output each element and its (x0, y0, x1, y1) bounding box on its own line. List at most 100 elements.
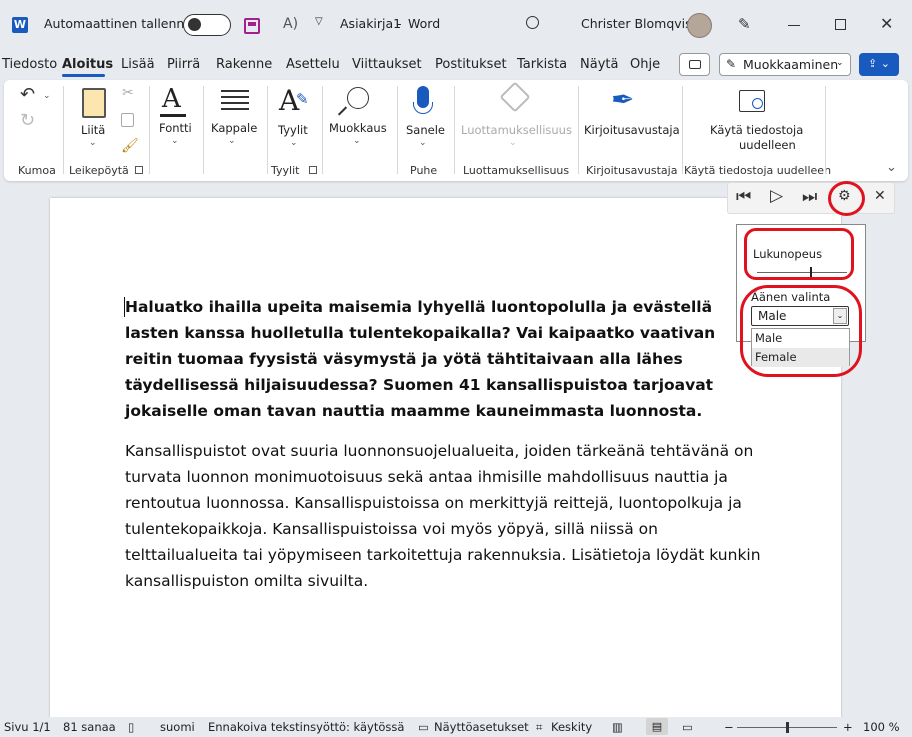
paste-dropdown-icon[interactable]: ⌄ (89, 138, 97, 148)
status-bar: Sivu 1/1 81 sanaa ▯ suomi Ennakoiva teks… (0, 717, 912, 737)
tab-aloitus[interactable]: Aloitus (62, 57, 113, 72)
word-logo-icon: W (12, 17, 28, 33)
divider (682, 86, 683, 174)
cut-icon: ✂ (122, 85, 134, 101)
read-aloud-toolbar: ⏮ ▷ ⏭ ⚙ ✕ (727, 182, 895, 214)
focus-mode[interactable]: Keskity (551, 720, 592, 734)
display-settings[interactable]: Näyttöasetukset (434, 720, 529, 734)
user-name[interactable]: Christer Blomqvist (581, 16, 697, 31)
settings-highlight (828, 181, 865, 216)
active-tab-underline (62, 74, 105, 77)
paste-icon[interactable] (82, 88, 106, 118)
divider (454, 86, 455, 174)
group-reuse: Käytä tiedostoja uudelleen (684, 164, 832, 177)
paste-label[interactable]: Liitä (81, 123, 105, 137)
tab-ohje[interactable]: Ohje (630, 57, 660, 72)
paragraph-icon[interactable] (221, 90, 249, 110)
sensitivity-icon (499, 81, 531, 113)
read-mode-icon[interactable]: ▥ (612, 720, 623, 734)
collapse-ribbon-icon[interactable]: ⌄ (886, 160, 897, 175)
previous-paragraph-icon[interactable]: ⏮ (736, 187, 751, 207)
editor-label[interactable]: Kirjoitusavustaja (584, 123, 680, 137)
autosave-toggle[interactable] (183, 14, 231, 36)
editing-dropdown-icon[interactable]: ⌄ (353, 136, 361, 146)
search-edit-icon[interactable] (347, 87, 369, 109)
customize-qat-icon[interactable]: ▽ (315, 16, 323, 27)
divider (397, 86, 398, 174)
share-button[interactable]: ⇪ ⌄ (859, 53, 899, 76)
zoom-level[interactable]: 100 % (863, 720, 900, 734)
ribbon: ↶ ⌄ ↻ Kumoa Liitä ⌄ ✂ 🖌 Leikepöytä A Fon… (4, 80, 908, 181)
print-layout-icon[interactable]: ▤ (646, 718, 668, 735)
group-luottamuksellisuus: Luottamuksellisuus (463, 164, 570, 177)
editing-label[interactable]: Muokkaus (329, 121, 387, 135)
maximize-icon[interactable] (835, 19, 846, 30)
divider (825, 86, 826, 174)
page-count[interactable]: Sivu 1/1 (4, 720, 51, 734)
chevron-down-icon: ⌄ (836, 58, 844, 68)
close-read-aloud-icon[interactable]: ✕ (874, 188, 886, 204)
next-paragraph-icon[interactable]: ⏭ (802, 187, 817, 207)
bold-paragraph[interactable]: Haluatko ihailla upeita maisemia lyhyell… (125, 294, 765, 424)
title-bar: W Automaattinen tallennus A) ▽ Asiakirja… (0, 0, 912, 52)
paragraph-label[interactable]: Kappale (211, 121, 257, 135)
ribbon-tabs: Tiedosto Aloitus Lisää Piirrä Rakenne As… (0, 52, 912, 78)
tab-nayta[interactable]: Näytä (580, 57, 618, 72)
styles-label[interactable]: Tyylit (278, 123, 308, 137)
group-puhe: Puhe (410, 164, 438, 177)
font-label[interactable]: Fontti (159, 121, 192, 135)
document-page[interactable]: Haluatko ihailla upeita maisemia lyhyell… (50, 198, 841, 737)
editor-icon[interactable]: ✒ (611, 83, 634, 116)
font-dropdown-icon[interactable]: ⌄ (171, 136, 179, 146)
redo-icon: ↻ (20, 110, 36, 131)
tab-rakenne[interactable]: Rakenne (216, 57, 272, 72)
zoom-slider-thumb[interactable] (786, 722, 789, 733)
tab-postitukset[interactable]: Postitukset (435, 57, 507, 72)
pencil-icon: ✎ (726, 57, 737, 71)
microphone-stand (413, 102, 433, 114)
undo-icon[interactable]: ↶ (20, 84, 35, 105)
text-prediction[interactable]: Ennakoiva tekstinsyöttö: käytössä (208, 720, 404, 734)
divider (322, 86, 323, 174)
web-layout-icon[interactable]: ▭ (682, 720, 693, 734)
comments-button[interactable] (679, 53, 710, 76)
search-icon[interactable] (526, 16, 539, 29)
zoom-out-icon[interactable]: − (724, 720, 734, 734)
app-name: Word (408, 16, 441, 31)
read-aloud-icon[interactable]: A) (283, 16, 298, 32)
save-icon[interactable] (244, 18, 260, 34)
dictate-dropdown-icon[interactable]: ⌄ (419, 138, 427, 148)
tab-viittaukset[interactable]: Viittaukset (352, 57, 422, 72)
body-paragraph[interactable]: Kansallispuistot ovat suuria luonnonsuoj… (125, 438, 765, 594)
avatar[interactable] (687, 13, 712, 38)
zoom-in-icon[interactable]: + (843, 720, 853, 734)
clipboard-launcher-icon[interactable] (135, 166, 143, 174)
play-icon[interactable]: ▷ (770, 186, 783, 206)
styles-dropdown-icon[interactable]: ⌄ (290, 138, 298, 148)
font-icon[interactable]: A (162, 84, 181, 114)
word-count[interactable]: 81 sanaa (63, 720, 116, 734)
close-window-icon[interactable]: ✕ (880, 14, 893, 33)
proofing-icon[interactable]: ▯ (128, 720, 134, 734)
tab-piirra[interactable]: Piirrä (167, 57, 200, 72)
dictate-label[interactable]: Sanele (406, 123, 445, 137)
reuse-label-line1[interactable]: Käytä tiedostoja (710, 123, 803, 137)
paragraph-dropdown-icon[interactable]: ⌄ (228, 136, 236, 146)
designer-icon[interactable]: ✎ (738, 15, 751, 33)
styles-launcher-icon[interactable] (309, 166, 317, 174)
tab-lisaa[interactable]: Lisää (121, 57, 155, 72)
tab-tiedosto[interactable]: Tiedosto (2, 57, 57, 72)
editing-mode-button[interactable]: ✎ Muokkaaminen ⌄ (719, 53, 851, 76)
group-leikepoyta: Leikepöytä (69, 164, 129, 177)
format-painter-icon[interactable]: 🖌 (121, 138, 139, 154)
copy-icon (121, 113, 134, 127)
divider (203, 86, 204, 174)
tab-tarkista[interactable]: Tarkista (517, 57, 567, 72)
zoom-slider[interactable] (737, 722, 837, 733)
language[interactable]: suomi (160, 720, 195, 734)
undo-dropdown-icon[interactable]: ⌄ (43, 91, 51, 101)
reuse-label-line2[interactable]: uudelleen (739, 138, 796, 152)
search-handle (337, 106, 348, 116)
tab-asettelu[interactable]: Asettelu (286, 57, 340, 72)
minimize-icon[interactable] (788, 25, 800, 26)
